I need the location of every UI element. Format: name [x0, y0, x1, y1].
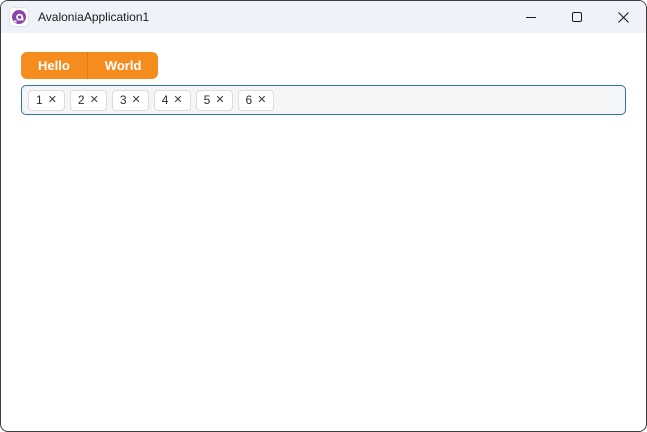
titlebar[interactable]: AvaloniaApplication1 [1, 1, 646, 33]
tag-chip: 3 ✕ [111, 89, 149, 111]
tag-label: 1 [36, 93, 43, 107]
remove-tag-icon[interactable]: ✕ [173, 94, 182, 106]
window-controls [508, 1, 646, 33]
remove-tag-icon[interactable]: ✕ [257, 94, 266, 106]
tag-chip: 5 ✕ [195, 89, 233, 111]
tab-world[interactable]: World [86, 52, 159, 79]
tag-chip: 2 ✕ [69, 89, 107, 111]
tab-strip: Hello World [21, 52, 159, 79]
tag-chip: 1 ✕ [28, 89, 65, 111]
maximize-icon [572, 12, 582, 22]
tags-input[interactable]: 1 ✕ 2 ✕ 3 ✕ 4 ✕ 5 ✕ 6 ✕ [21, 85, 626, 115]
close-icon [617, 11, 630, 24]
tag-label: 5 [203, 93, 211, 107]
avalonia-logo-icon [9, 7, 29, 27]
remove-tag-icon[interactable]: ✕ [215, 94, 224, 106]
tab-hello[interactable]: Hello [21, 52, 87, 79]
maximize-button[interactable] [554, 1, 600, 33]
tag-label: 6 [245, 93, 253, 107]
minimize-button[interactable] [508, 1, 554, 33]
close-button[interactable] [600, 1, 646, 33]
tag-label: 2 [77, 93, 85, 107]
minimize-icon [526, 16, 536, 18]
tag-label: 3 [119, 93, 127, 107]
tag-chip: 6 ✕ [237, 89, 275, 111]
tag-label: 4 [161, 93, 169, 107]
tag-chip: 4 ✕ [153, 89, 191, 111]
content-area: Hello World 1 ✕ 2 ✕ 3 ✕ 4 ✕ 5 ✕ 6 ✕ [1, 33, 646, 115]
window-title: AvaloniaApplication1 [38, 10, 150, 24]
remove-tag-icon[interactable]: ✕ [48, 94, 57, 106]
app-window: AvaloniaApplication1 Hello World 1 ✕ 2 ✕… [0, 0, 647, 432]
remove-tag-icon[interactable]: ✕ [90, 94, 99, 106]
remove-tag-icon[interactable]: ✕ [132, 94, 141, 106]
